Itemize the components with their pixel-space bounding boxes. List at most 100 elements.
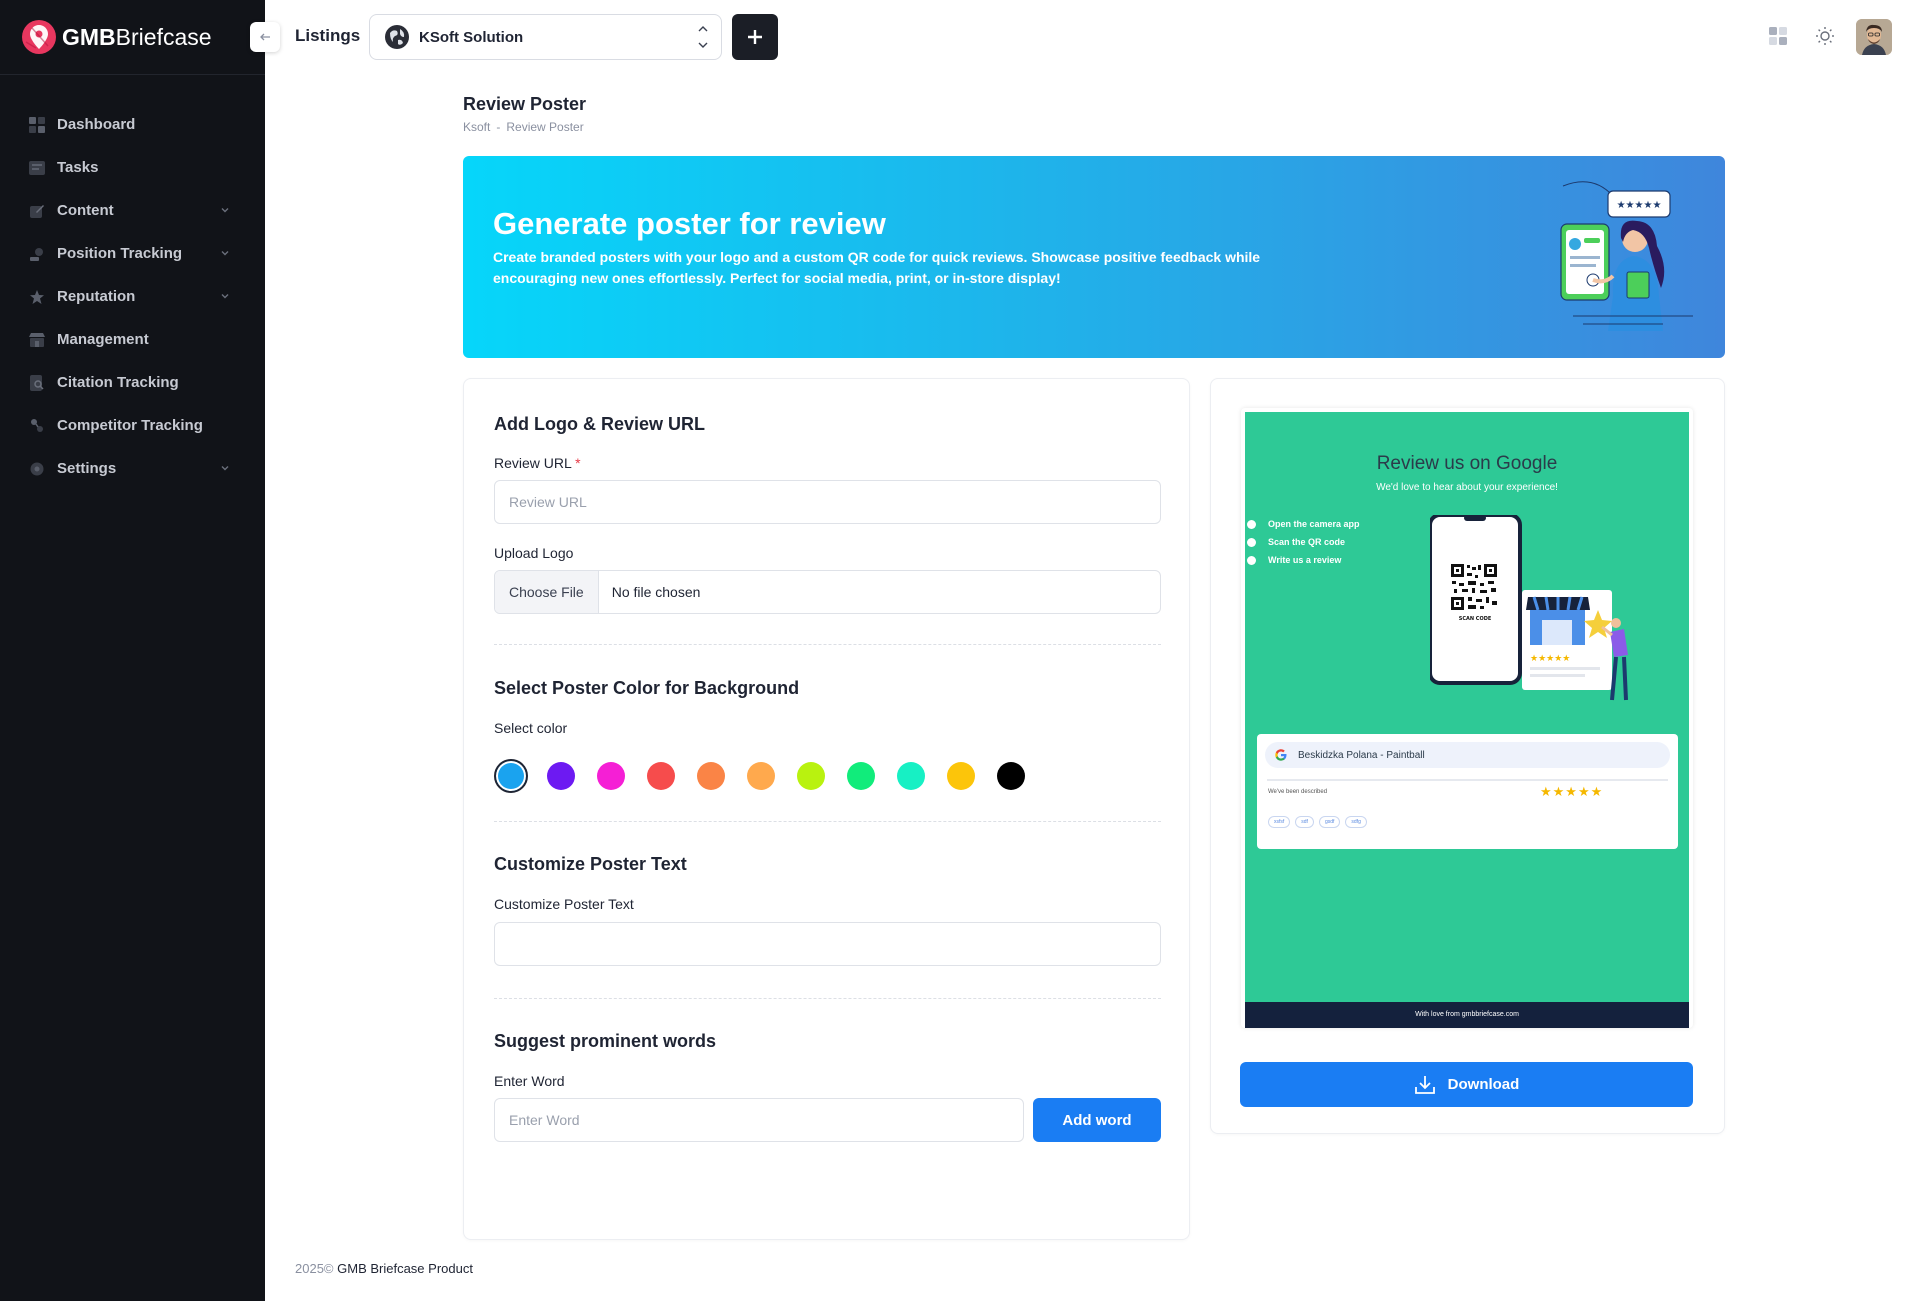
section-title-poster-text: Customize Poster Text — [494, 854, 687, 874]
review-url-input[interactable] — [494, 480, 1161, 524]
color-swatch[interactable] — [547, 762, 575, 790]
collapse-sidebar-button[interactable] — [250, 22, 280, 52]
step-bullet-icon — [1247, 555, 1256, 565]
select-color-label: Select color — [494, 720, 568, 736]
color-swatch[interactable] — [947, 762, 975, 790]
apps-button[interactable] — [1767, 25, 1789, 47]
color-swatch[interactable] — [647, 762, 675, 790]
page-title: Review Poster — [463, 94, 587, 114]
download-icon — [1414, 1075, 1435, 1094]
poster-preview-card: Review us on Google We'd love to hear ab… — [1210, 378, 1725, 1134]
section-title-logo-url: Add Logo & Review URL — [494, 414, 705, 434]
poster-footer: With love from gmbbriefcase.com — [1245, 1002, 1689, 1028]
poster-tag: xsfsf — [1268, 816, 1291, 828]
color-swatch[interactable] — [847, 762, 875, 790]
tasks-icon — [28, 159, 46, 177]
page-footer: 2025© GMB Briefcase Product — [295, 1261, 473, 1276]
hero-banner: Generate poster for review Create brande… — [463, 156, 1725, 358]
poster-card-divider — [1267, 779, 1668, 781]
sidebar-item-label: Settings — [57, 460, 117, 477]
color-swatch[interactable] — [897, 762, 925, 790]
theme-toggle-button[interactable] — [1814, 25, 1836, 47]
enter-word-input[interactable] — [494, 1098, 1024, 1142]
poster-step: Open the camera app — [1247, 515, 1360, 533]
sidebar-item-settings[interactable]: Settings — [0, 447, 265, 490]
dashboard-icon — [28, 116, 46, 134]
position-tracking-icon — [28, 245, 46, 263]
chevron-down-icon — [221, 294, 229, 299]
sidebar-nav: Dashboard Tasks Content Position Trackin… — [0, 103, 265, 490]
breadcrumb-item-ksoft[interactable]: Ksoft — [463, 120, 490, 134]
sidebar: GMBBriefcase Dashboard Tasks Content Pos… — [0, 0, 265, 1301]
svg-text:★★★★★: ★★★★★ — [1530, 654, 1570, 664]
section-title-prominent-words: Suggest prominent words — [494, 1031, 717, 1051]
breadcrumb: Ksoft - Review Poster — [463, 120, 584, 134]
sidebar-item-label: Position Tracking — [57, 245, 183, 262]
download-button[interactable]: Download — [1240, 1062, 1693, 1107]
chevron-down-icon — [221, 251, 229, 256]
color-swatch[interactable] — [997, 762, 1025, 790]
sidebar-item-label: Citation Tracking — [57, 374, 179, 391]
enter-word-label: Enter Word — [494, 1073, 565, 1089]
chevron-down-icon — [221, 208, 229, 213]
avatar-image — [1856, 19, 1892, 55]
add-word-button[interactable]: Add word — [1033, 1098, 1161, 1142]
sidebar-item-label: Competitor Tracking — [57, 417, 203, 434]
listing-selector[interactable]: KSoft Solution — [369, 14, 722, 60]
sidebar-item-label: Content — [57, 202, 114, 219]
user-avatar[interactable] — [1856, 19, 1892, 55]
color-swatch[interactable] — [597, 762, 625, 790]
poster-settings-card: Add Logo & Review URL Review URL * Uploa… — [463, 378, 1190, 1240]
sidebar-item-label: Tasks — [57, 159, 99, 176]
sidebar-item-dashboard[interactable]: Dashboard — [0, 103, 265, 146]
poster-preview-frame: Review us on Google We'd love to hear ab… — [1241, 408, 1693, 1028]
poster-tag: sdfg — [1345, 816, 1367, 828]
store-icon — [28, 331, 46, 349]
color-swatch[interactable] — [494, 759, 528, 793]
sidebar-item-reputation[interactable]: Reputation — [0, 275, 265, 318]
add-listing-button[interactable] — [732, 14, 778, 60]
logo-file-input[interactable]: Choose File No file chosen — [494, 570, 1161, 614]
sidebar-item-tasks[interactable]: Tasks — [0, 146, 265, 189]
svg-text:SCAN CODE: SCAN CODE — [1459, 616, 1492, 622]
poster-steps: Open the camera app Scan the QR code Wri… — [1247, 515, 1360, 569]
phone-qr-illustration-icon: SCAN CODE ★★★★★ — [1430, 515, 1628, 701]
breadcrumb-separator: - — [496, 120, 501, 134]
color-swatch[interactable] — [797, 762, 825, 790]
svg-text:★★★★★: ★★★★★ — [1617, 200, 1662, 211]
download-label: Download — [1447, 1076, 1520, 1093]
color-swatch[interactable] — [747, 762, 775, 790]
review-illustration-icon: ★★★★★ — [1560, 181, 1693, 331]
brand[interactable]: GMBBriefcase — [0, 0, 265, 75]
poster-title: Review us on Google — [1376, 453, 1558, 474]
chevron-down-icon — [221, 466, 229, 471]
arrow-left-icon — [260, 33, 270, 41]
poster-tag: sdf — [1295, 816, 1314, 828]
listing-globe-icon — [385, 25, 409, 49]
footer-text[interactable]: GMB Briefcase Product — [337, 1261, 473, 1276]
sidebar-item-label: Management — [57, 331, 149, 348]
poster-text-input[interactable] — [494, 922, 1161, 966]
poster-business-name: Beskidzka Polana - Paintball — [1298, 749, 1425, 761]
section-divider — [494, 998, 1161, 999]
sidebar-item-content[interactable]: Content — [0, 189, 265, 232]
poster-stars: ★★★★★ — [1540, 784, 1604, 799]
poster-preview: Review us on Google We'd love to hear ab… — [1245, 412, 1689, 1028]
listings-label: Listings — [295, 26, 361, 45]
sidebar-item-label: Reputation — [57, 288, 136, 305]
google-review-card: Beskidzka Polana - Paintball We've been … — [1257, 734, 1678, 849]
competitor-icon — [28, 417, 46, 435]
sidebar-item-position-tracking[interactable]: Position Tracking — [0, 232, 265, 275]
choose-file-button[interactable]: Choose File — [495, 571, 599, 613]
brand-name: GMBBriefcase — [62, 23, 212, 50]
poster-tag: gsdf — [1318, 816, 1341, 828]
step-bullet-icon — [1247, 519, 1256, 529]
sidebar-item-management[interactable]: Management — [0, 318, 265, 361]
banner-title: Generate poster for review — [493, 206, 886, 241]
selected-listing: KSoft Solution — [419, 28, 524, 46]
sidebar-item-competitor-tracking[interactable]: Competitor Tracking — [0, 404, 265, 447]
color-swatch[interactable] — [697, 762, 725, 790]
section-divider — [494, 644, 1161, 645]
sidebar-item-citation-tracking[interactable]: Citation Tracking — [0, 361, 265, 404]
google-logo-icon — [1275, 749, 1287, 761]
